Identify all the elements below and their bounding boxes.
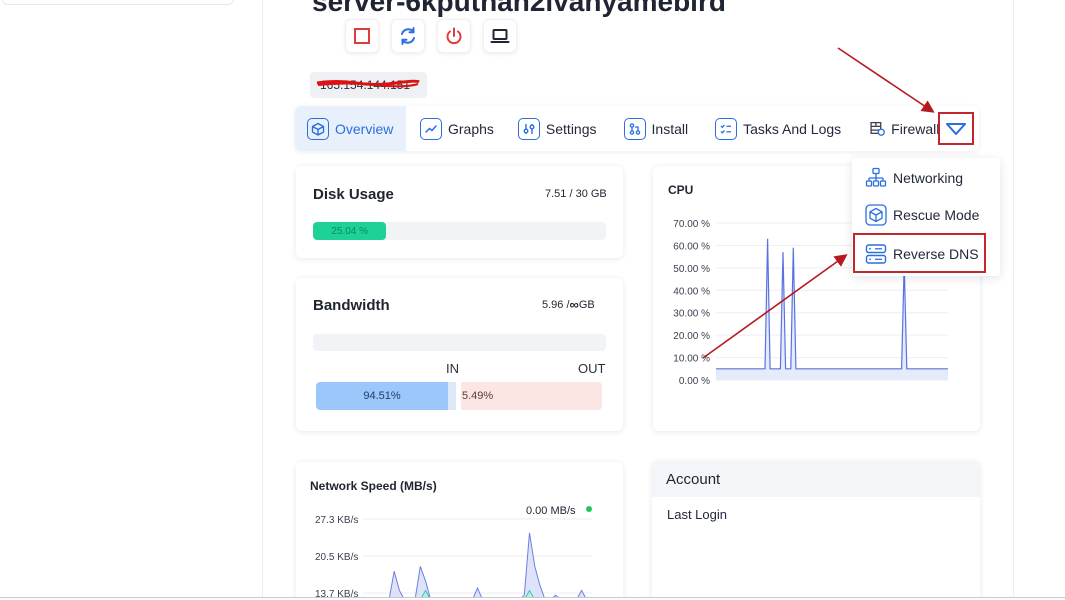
arrow-to-reverse-dns (702, 254, 848, 359)
annotation-arrows (702, 47, 935, 359)
arrow-to-more-button (837, 47, 935, 113)
